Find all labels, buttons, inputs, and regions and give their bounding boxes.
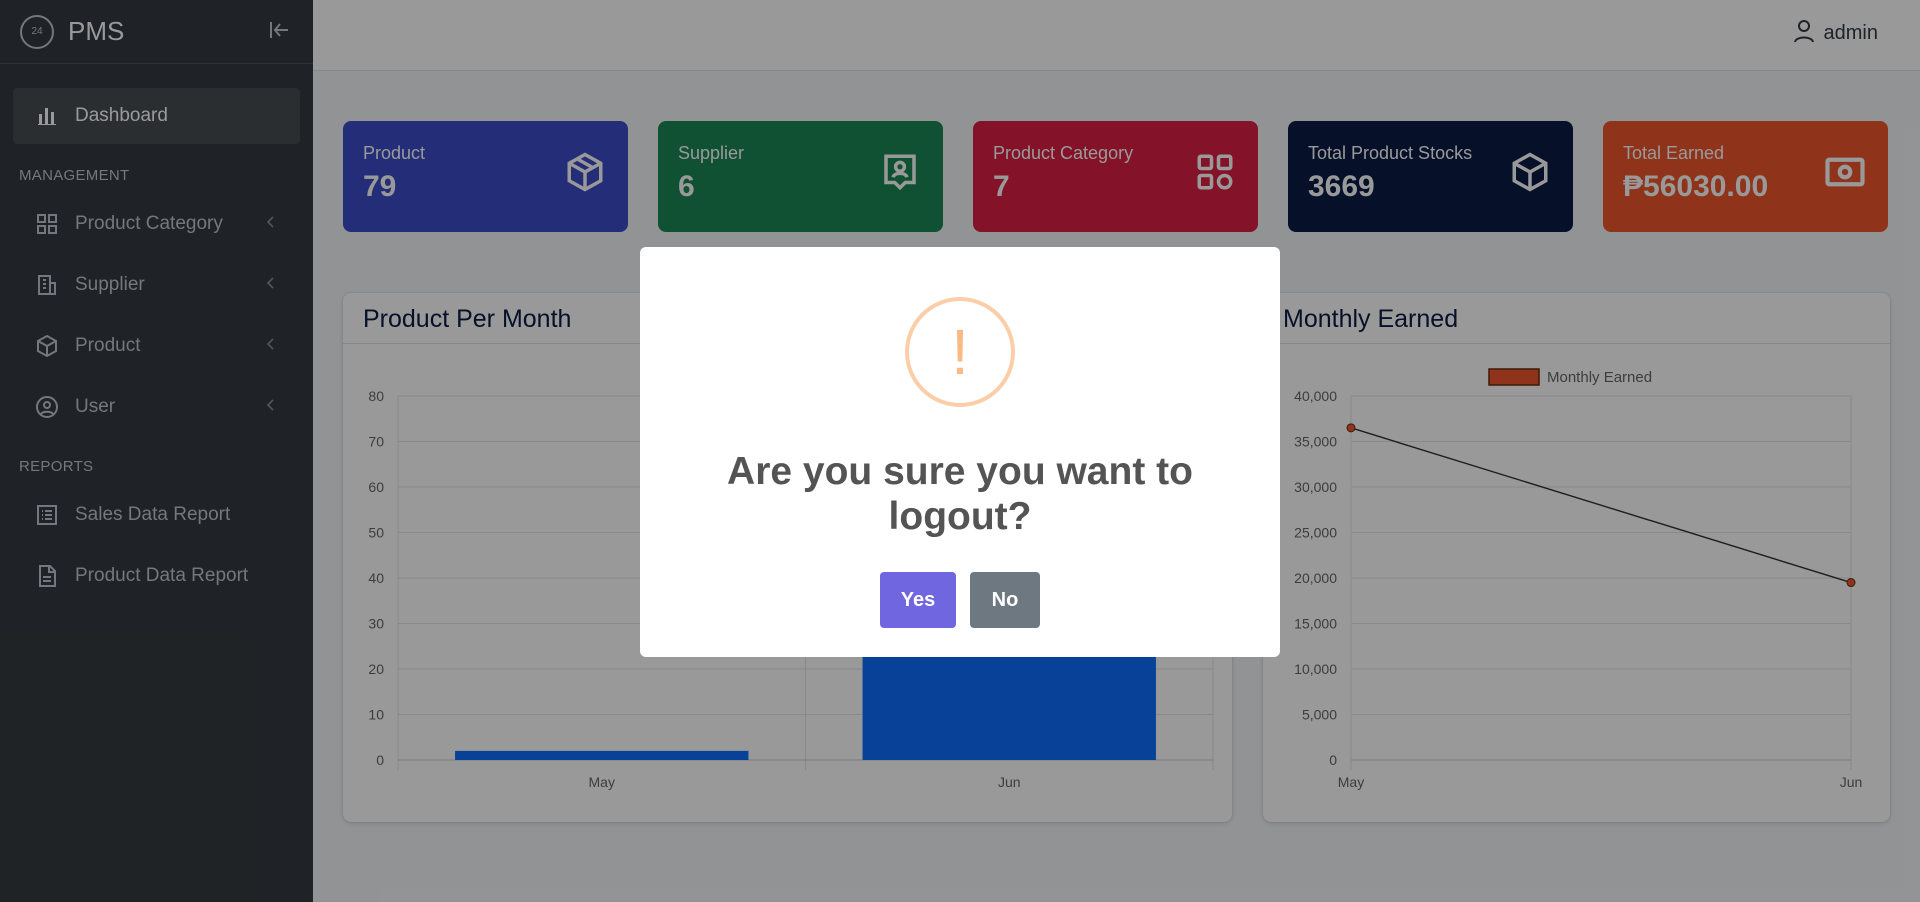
warning-icon: ! bbox=[905, 297, 1015, 407]
dialog-actions: Yes No bbox=[640, 572, 1280, 628]
yes-button[interactable]: Yes bbox=[880, 572, 956, 628]
no-button[interactable]: No bbox=[970, 572, 1040, 628]
logout-confirm-dialog: ! Are you sure you want to logout? Yes N… bbox=[640, 247, 1280, 657]
dialog-title: Are you sure you want to logout? bbox=[727, 450, 1193, 538]
